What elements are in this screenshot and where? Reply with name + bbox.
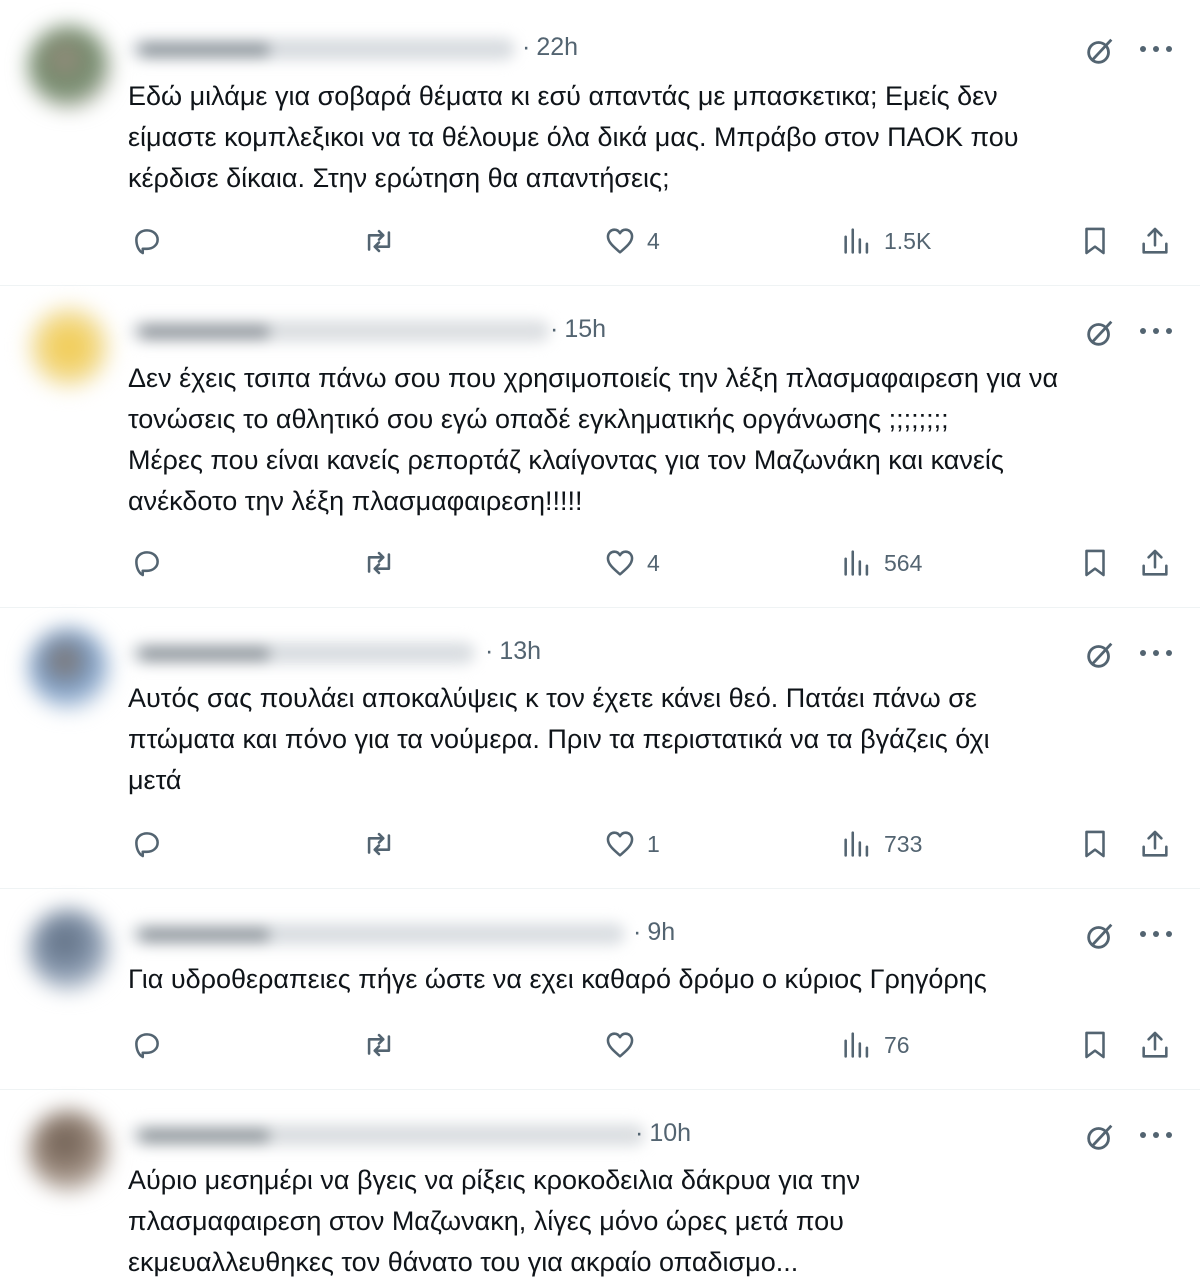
reply-time[interactable]: · 9h (633, 918, 675, 947)
share-button[interactable] (1138, 546, 1172, 580)
repost-button[interactable] (362, 1028, 396, 1062)
author-name-blurred[interactable] (130, 320, 550, 342)
analytics-icon (844, 1032, 869, 1058)
reply-text: Αύριο μεσημέρι να βγεις να ρίξεις κροκοδ… (128, 1165, 861, 1277)
analytics-icon (844, 228, 869, 254)
repost-icon (367, 832, 391, 856)
grok-icon[interactable] (1083, 34, 1117, 68)
heart-icon (606, 550, 634, 576)
reply-text: Για υδροθεραπειες πήγε ώστε να εχει καθα… (128, 964, 987, 994)
bookmark-button[interactable] (1078, 224, 1112, 258)
repost-icon (367, 229, 391, 253)
bookmark-icon (1085, 549, 1105, 577)
reply-time[interactable]: · 10h (635, 1119, 691, 1148)
share-button[interactable] (1138, 224, 1172, 258)
repost-icon (367, 1033, 391, 1057)
view-count: 76 (884, 1031, 910, 1058)
share-icon (1142, 830, 1168, 857)
analytics-icon (844, 831, 869, 857)
reply-item[interactable]: · 15h Δεν έχεις τσιπα πάνω σου που χρησιμ… (0, 286, 1200, 608)
grok-icon[interactable] (1083, 638, 1117, 672)
avatar[interactable] (28, 1110, 110, 1192)
repost-button[interactable] (362, 827, 396, 861)
views-button[interactable]: 733 (840, 827, 922, 861)
heart-icon (606, 1032, 634, 1058)
reply-icon (135, 1033, 159, 1059)
share-button[interactable] (1138, 827, 1172, 861)
reply-icon (135, 832, 159, 858)
views-button[interactable]: 76 (840, 1028, 910, 1062)
author-name-blurred[interactable] (130, 38, 515, 60)
more-icon[interactable] (1138, 929, 1174, 939)
bookmark-icon (1085, 227, 1105, 255)
more-icon[interactable] (1138, 326, 1174, 336)
heart-icon (606, 831, 634, 857)
repost-icon (367, 551, 391, 575)
author-name-blurred[interactable] (130, 1124, 645, 1146)
more-icon[interactable] (1138, 1130, 1174, 1140)
author-name-blurred[interactable] (130, 642, 475, 664)
like-button[interactable] (603, 1028, 647, 1062)
repost-button[interactable] (362, 224, 396, 258)
reply-item[interactable]: · 22h Εδώ μιλάμε για σοβαρά θέματα κι εσύ… (0, 0, 1200, 286)
view-count: 733 (884, 830, 923, 857)
reply-time[interactable]: · 22h (522, 33, 578, 62)
like-count: 4 (647, 227, 660, 254)
reply-text: Εδώ μιλάμε για σοβαρά θέματα κι εσύ απαν… (128, 81, 1019, 193)
bookmark-button[interactable] (1078, 1028, 1112, 1062)
bookmark-button[interactable] (1078, 546, 1112, 580)
avatar[interactable] (28, 306, 110, 388)
reply-icon (135, 229, 159, 255)
grok-icon[interactable] (1083, 316, 1117, 350)
share-icon (1142, 549, 1168, 576)
more-icon[interactable] (1138, 648, 1174, 658)
reply-button[interactable] (130, 827, 164, 861)
reply-button[interactable] (130, 224, 164, 258)
reply-time[interactable]: · 15h (550, 315, 606, 344)
heart-icon (606, 228, 634, 254)
reply-text: Δεν έχεις τσιπα πάνω σου που χρησιμοποιε… (128, 363, 1059, 516)
reply-button[interactable] (130, 546, 164, 580)
reply-time[interactable]: · 13h (485, 637, 541, 666)
like-count: 1 (647, 830, 660, 857)
more-icon[interactable] (1138, 44, 1174, 54)
view-count: 1.5K (884, 227, 932, 254)
like-count: 4 (647, 549, 660, 576)
share-icon (1142, 227, 1168, 254)
like-button[interactable]: 4 (603, 546, 660, 580)
avatar[interactable] (28, 628, 110, 710)
view-count: 564 (884, 549, 923, 576)
reply-button[interactable] (130, 1028, 164, 1062)
grok-icon[interactable] (1083, 919, 1117, 953)
author-name-blurred[interactable] (130, 923, 625, 945)
bookmark-icon (1085, 830, 1105, 858)
reply-text: Αυτός σας πουλάει αποκαλύψεις κ τον έχετ… (128, 683, 990, 795)
views-button[interactable]: 1.5K (840, 224, 931, 258)
grok-icon[interactable] (1083, 1120, 1117, 1154)
like-button[interactable]: 4 (603, 224, 660, 258)
reply-item[interactable]: · 13h Αυτός σας πουλάει αποκαλύψεις κ τον… (0, 608, 1200, 889)
views-button[interactable]: 564 (840, 546, 922, 580)
reply-item[interactable]: · 10h Αύριο μεσημέρι να βγεις να ρίξεις κ… (0, 1090, 1200, 1287)
share-button[interactable] (1138, 1028, 1172, 1062)
like-button[interactable]: 1 (603, 827, 660, 861)
reply-item[interactable]: · 9h Για υδροθεραπειες πήγε ώστε να εχει … (0, 889, 1200, 1090)
bookmark-icon (1085, 1031, 1105, 1059)
avatar[interactable] (28, 26, 110, 108)
reply-icon (135, 551, 159, 577)
analytics-icon (844, 550, 869, 576)
bookmark-button[interactable] (1078, 827, 1112, 861)
avatar[interactable] (28, 909, 110, 991)
share-icon (1142, 1031, 1168, 1058)
repost-button[interactable] (362, 546, 396, 580)
